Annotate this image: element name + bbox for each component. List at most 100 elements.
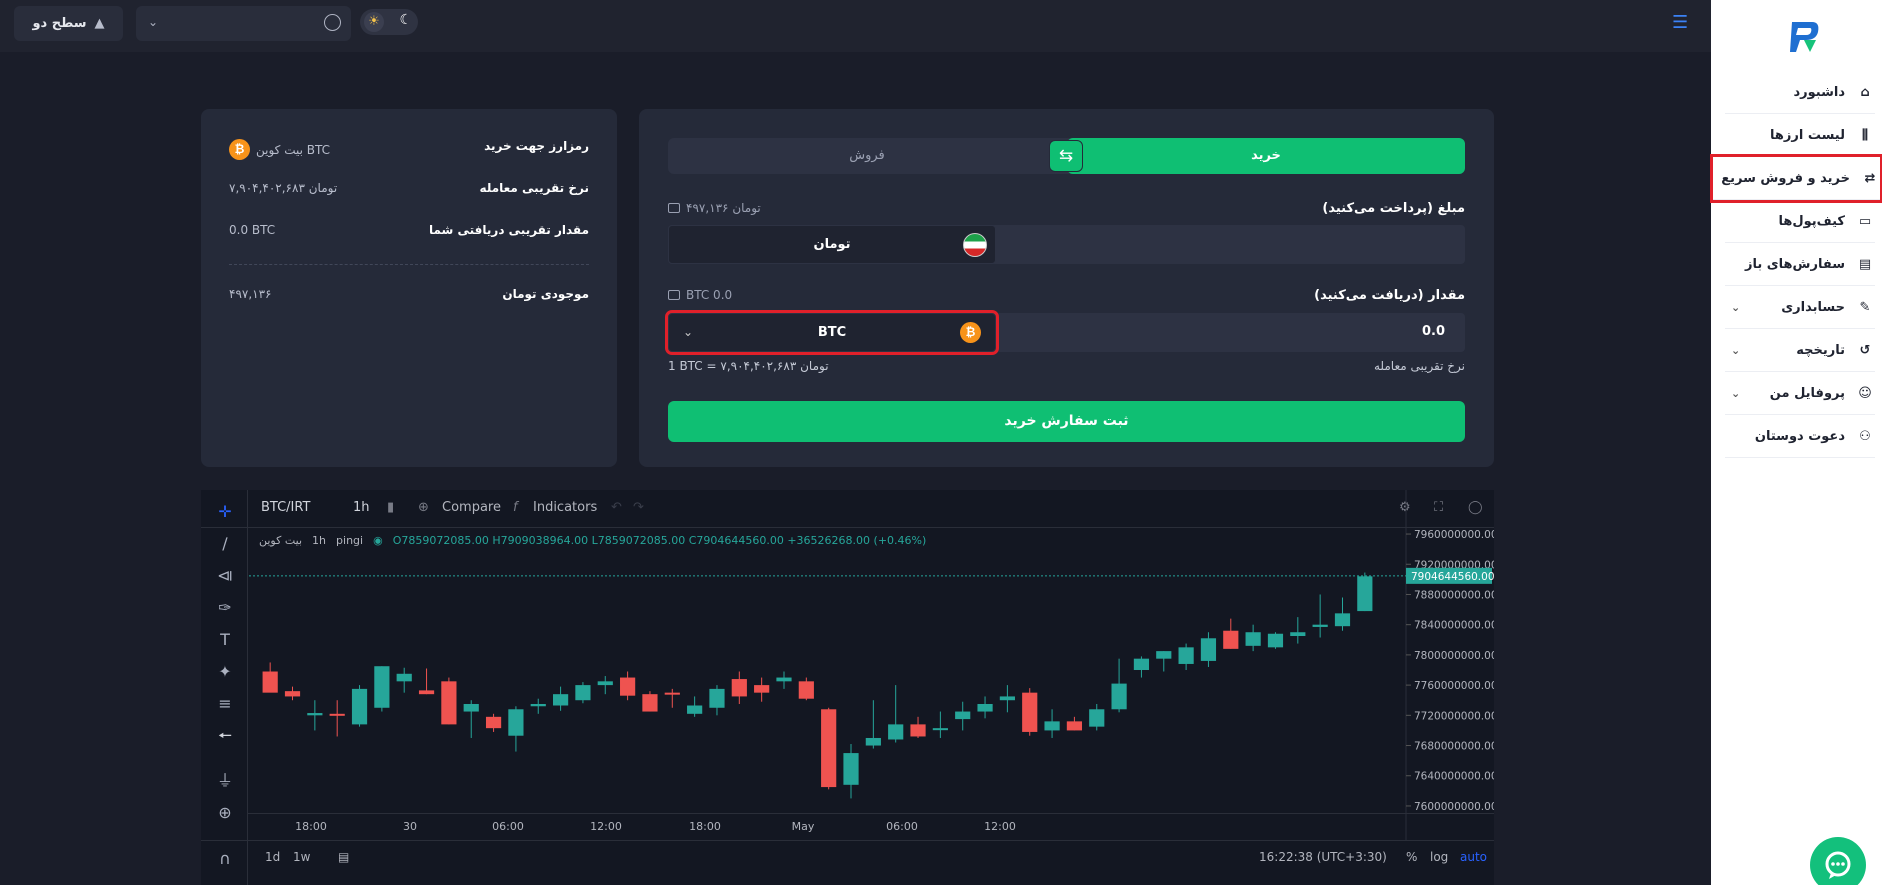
tab-sell[interactable]: فروش <box>668 138 1066 174</box>
price-tick-label: 7960000000.00 <box>1414 529 1494 541</box>
summary-balance-label: موجودی تومان <box>502 287 589 301</box>
receive-currency-name: BTC <box>817 325 847 340</box>
receive-balance[interactable]: BTC 0.0 <box>668 288 732 302</box>
price-tick-label: 7640000000.00 <box>1414 771 1494 783</box>
candle-body <box>1223 630 1239 649</box>
sidebar: داشبورد ⌂ لیست ارزها ⫼ خرید و فروش سریع ⇄ کیف‌… <box>1710 0 1882 885</box>
sidebar-item-9[interactable]: دعوت دوستان ⚇ <box>1725 415 1875 458</box>
price-tick-label: 7800000000.00 <box>1414 650 1494 662</box>
tab-buy[interactable]: خرید <box>1067 138 1465 174</box>
time-tick-label: 06:00 <box>492 820 524 833</box>
candle-body <box>687 705 703 714</box>
submit-buy-order-button[interactable]: ثبت سفارش خرید <box>668 401 1465 442</box>
range-1w-button[interactable]: 1w <box>293 850 310 864</box>
chevron-down-icon[interactable]: ⌄ <box>1731 301 1740 314</box>
candle-body <box>1044 721 1060 731</box>
receive-amount-value: 0.0 <box>1421 324 1445 339</box>
last-price-label: 7904644560.00 <box>1411 571 1494 583</box>
candle-body <box>843 753 859 785</box>
time-tick-label: 12:00 <box>590 820 622 833</box>
log-toggle[interactable]: log <box>1430 850 1448 864</box>
candle-body <box>1357 576 1373 612</box>
candle-body <box>307 713 323 716</box>
chevron-down-icon[interactable]: ⌄ <box>1731 387 1740 400</box>
candle-body <box>508 709 524 736</box>
chart-clock[interactable]: 16:22:38 (UTC+3:30) <box>1259 850 1387 864</box>
candle-body <box>664 692 680 695</box>
wallet-icon <box>668 290 680 300</box>
sidebar-item-label: داشبورد <box>1793 84 1845 100</box>
pay-amount-field[interactable]: تومان <box>668 225 1465 264</box>
receive-amount-field[interactable]: ⌄ BTC ₿ 0.0 <box>665 310 1465 355</box>
candle-body <box>575 685 591 701</box>
summary-receive-row: مقدار تقریبی دریافتی شما 0.0 BTC <box>229 221 589 245</box>
support-chat-button[interactable] <box>1810 837 1866 885</box>
summary-crypto-row: رمزارز جهت خرید ₿ بیت کوین BTC <box>229 137 589 161</box>
moon-icon[interactable]: ☾ <box>399 12 412 28</box>
sun-icon[interactable]: ☀ <box>364 12 384 32</box>
sidebar-item-label: پروفایل من <box>1769 385 1845 401</box>
candle-body <box>597 681 613 686</box>
price-tick-label: 7880000000.00 <box>1414 589 1494 601</box>
percent-toggle[interactable]: % <box>1406 850 1417 864</box>
candle-body <box>262 671 278 693</box>
candle-body <box>329 713 345 716</box>
pay-balance[interactable]: ۴۹۷,۱۳۶ تومان <box>668 201 761 215</box>
time-tick-label: 12:00 <box>984 820 1016 833</box>
sidebar-item-4[interactable]: کیف‌پول‌ها ▭ <box>1725 200 1875 243</box>
candle-body <box>776 677 792 682</box>
top-bar: سطح دو ▲ ⌄ ☀ ☾ ☰ <box>0 0 1711 52</box>
sidebar-item-7[interactable]: ⌄ تاریخچه ↺ <box>1725 329 1875 372</box>
summary-rate-label: نرخ تقریبی معامله <box>479 181 589 195</box>
candle-body <box>932 728 948 731</box>
orders-icon: ▤ <box>1858 256 1872 272</box>
receive-amount-label: مقدار (دریافت می‌کنید) <box>1314 288 1465 303</box>
sidebar-item-2[interactable]: لیست ارزها ⫼ <box>1725 114 1875 157</box>
history-icon: ↺ <box>1859 342 1871 358</box>
sidebar-item-8[interactable]: ⌄ پروفایل من ☺ <box>1725 372 1875 415</box>
quick-trade-card: فروش خرید ⇆ مبلغ (پرداخت می‌کنید) ۴۹۷,۱۳… <box>639 109 1494 467</box>
pay-amount-label: مبلغ (پرداخت می‌کنید) <box>1322 201 1465 216</box>
goto-date-icon[interactable]: ▤ <box>338 850 349 864</box>
candle-body <box>888 724 904 740</box>
range-1d-button[interactable]: 1d <box>265 850 280 864</box>
candlestick-plot[interactable]: 7960000000.007920000000.007880000000.007… <box>201 490 1494 840</box>
summary-crypto-value-wrap: ₿ بیت کوین BTC <box>229 139 330 160</box>
sidebar-item-label: کیف‌پول‌ها <box>1778 213 1845 229</box>
profile-icon: ☺ <box>1858 385 1872 401</box>
candle-body <box>1089 709 1105 727</box>
candle-body <box>709 688 725 708</box>
user-level-badge[interactable]: سطح دو ▲ <box>14 6 123 41</box>
candle-body <box>1267 633 1284 648</box>
account-select[interactable]: ⌄ <box>136 6 351 41</box>
price-tick-label: 7680000000.00 <box>1414 741 1494 753</box>
level-label: سطح دو <box>32 16 87 31</box>
receive-currency-select[interactable]: ⌄ BTC ₿ <box>665 310 999 355</box>
candle-body <box>284 691 301 697</box>
candle-body <box>821 709 837 788</box>
price-tick-label: 7760000000.00 <box>1414 680 1494 692</box>
logo[interactable] <box>1784 18 1824 54</box>
candle-body <box>374 666 390 708</box>
sidebar-item-6[interactable]: ⌄ حسابداری ✎ <box>1725 286 1875 329</box>
trade-rate-value: 1 BTC = ۷,۹۰۴,۴۰۲,۶۸۳ تومان <box>668 359 829 373</box>
sidebar-item-5[interactable]: سفارش‌های باز ▤ <box>1725 243 1875 286</box>
sidebar-item-3[interactable]: خرید و فروش سریع ⇄ <box>1710 154 1882 203</box>
summary-balance-value: ۴۹۷,۱۳۶ <box>229 287 272 301</box>
home-icon: ⌂ <box>1860 84 1870 100</box>
auto-toggle[interactable]: auto <box>1460 850 1487 864</box>
candle-body <box>485 716 502 729</box>
sidebar-item-label: دعوت دوستان <box>1754 428 1845 444</box>
pay-currency-box: تومان <box>668 225 996 264</box>
chevron-down-icon[interactable]: ⌄ <box>1731 344 1740 357</box>
candle-body <box>1022 692 1038 732</box>
level-icon: ▲ <box>94 16 105 31</box>
swap-icon[interactable]: ⇆ <box>1049 140 1083 172</box>
sidebar-item-1[interactable]: داشبورد ⌂ <box>1725 71 1875 114</box>
pay-balance-value: ۴۹۷,۱۳۶ تومان <box>686 201 761 215</box>
receive-balance-value: BTC 0.0 <box>686 288 733 302</box>
candle-body <box>463 703 479 712</box>
price-tick-label: 7600000000.00 <box>1414 801 1494 813</box>
menu-toggle-icon[interactable]: ☰ <box>1672 14 1690 32</box>
theme-toggle[interactable]: ☀ ☾ <box>360 9 418 35</box>
